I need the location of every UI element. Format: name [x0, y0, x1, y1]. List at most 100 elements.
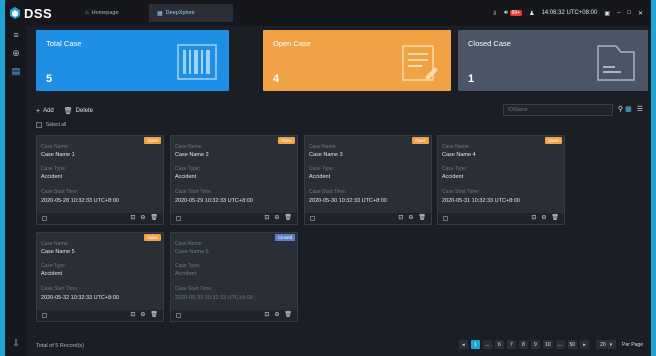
case-start-time: 2020-05-29 10:32:33 UTC+8:00: [175, 198, 253, 204]
page-button[interactable]: 8: [518, 340, 528, 349]
case-checkbox[interactable]: [176, 313, 181, 318]
export-icon[interactable]: ⊡: [264, 214, 269, 221]
tab-homepage[interactable]: ⌂ Homepage: [77, 4, 141, 22]
close-case-icon[interactable]: ⊖: [274, 214, 279, 221]
delete-icon[interactable]: 🗑︎: [284, 214, 292, 221]
export-icon[interactable]: ⊡: [531, 214, 536, 221]
case-card[interactable]: Open Case Name: Case Name 2 Case Type: Accid…: [170, 135, 298, 225]
close-icon[interactable]: ✕: [638, 10, 643, 17]
case-card[interactable]: Open Case Name: Case Name 4 Case Type: Accid…: [437, 135, 565, 225]
page-button[interactable]: 50: [567, 340, 578, 349]
tab-label: Homepage: [91, 10, 119, 16]
page-button[interactable]: 1: [470, 340, 480, 349]
status-badge: Open: [143, 234, 161, 241]
grid-view-icon[interactable]: ▦: [625, 105, 632, 113]
case-name: Case Name 3: [309, 152, 343, 158]
card-actions: ⊡ ⊖ 🗑︎: [398, 214, 426, 221]
close-case-icon[interactable]: ⊖: [541, 214, 546, 221]
lock-icon[interactable]: ▣: [604, 10, 610, 17]
delete-icon[interactable]: 🗑︎: [150, 311, 158, 318]
app-name: DSS: [24, 5, 53, 21]
card-footer: ⊡ ⊖ 🗑︎: [37, 213, 163, 224]
export-icon[interactable]: ⇩: [5, 334, 27, 352]
stat-title: Open Case: [273, 39, 311, 48]
start-time-label: Case Start Time:: [41, 189, 79, 195]
case-name-label: Case Name:: [309, 144, 337, 150]
per-page-select[interactable]: 20 ▾: [596, 340, 617, 349]
export-icon[interactable]: ⊡: [130, 214, 135, 221]
case-checkbox[interactable]: [310, 216, 315, 221]
case-checkbox[interactable]: [443, 216, 448, 221]
start-time-label: Case Start Time:: [175, 189, 213, 195]
case-card[interactable]: Closed Case Name: Case Name 6 Case Type: Acc…: [170, 232, 298, 322]
maximize-icon[interactable]: □: [627, 10, 631, 16]
delete-button[interactable]: 🗑︎ Delete: [64, 107, 93, 115]
start-time-label: Case Start Time:: [175, 286, 213, 292]
case-start-time: 2020-05-32 10:32:33 UTC+8:00: [41, 295, 119, 301]
view-toggle: ▦ ☰: [625, 105, 643, 113]
case-start-time: 2020-05-28 10:32:33 UTC+8:00: [41, 198, 119, 204]
case-checkbox[interactable]: [42, 313, 47, 318]
card-actions: ⊡ ⊖ 🗑︎: [531, 214, 559, 221]
export-icon[interactable]: ⊡: [130, 311, 135, 318]
case-card[interactable]: Open Case Name: Case Name 1 Case Type: Accid…: [36, 135, 164, 225]
prev-page-icon[interactable]: ◂: [458, 340, 468, 349]
menu-icon[interactable]: ≡: [5, 26, 27, 44]
trash-icon: 🗑︎: [63, 108, 73, 115]
case-checkbox[interactable]: [42, 216, 47, 221]
next-page-icon[interactable]: ▸: [580, 340, 590, 349]
page-button[interactable]: 6: [494, 340, 504, 349]
delete-icon[interactable]: 🗑︎: [150, 214, 158, 221]
stat-count: 4: [273, 73, 280, 85]
speaker-icon: 🔊︎: [504, 9, 508, 16]
page-button[interactable]: 9: [530, 340, 540, 349]
page-button[interactable]: ...: [555, 340, 565, 349]
minimize-icon[interactable]: –: [617, 10, 620, 16]
case-type-label: Case Type:: [442, 166, 468, 172]
case-checkbox[interactable]: [176, 216, 181, 221]
close-case-icon[interactable]: ⊖: [140, 214, 145, 221]
export-icon[interactable]: ⊡: [264, 311, 269, 318]
stat-closed-case[interactable]: Closed Case 1: [458, 30, 648, 91]
list-view-icon[interactable]: ☰: [637, 105, 643, 113]
case-type: Accident: [41, 174, 63, 180]
page-button[interactable]: 7: [506, 340, 516, 349]
delete-icon[interactable]: 🗑︎: [418, 214, 426, 221]
case-card[interactable]: Open Case Name: Case Name 3 Case Type: Accid…: [304, 135, 432, 225]
select-all-checkbox[interactable]: [36, 122, 42, 128]
case-icon[interactable]: ▤: [5, 62, 27, 80]
select-all[interactable]: Select all: [36, 122, 66, 128]
status-badge: Open: [411, 137, 429, 144]
search-input[interactable]: ID/Name ⚲: [503, 104, 623, 116]
case-card[interactable]: Open Case Name: Case Name 5 Case Type: Accid…: [36, 232, 164, 322]
close-case-icon[interactable]: ⊖: [274, 311, 279, 318]
stat-total-case[interactable]: Total Case 5: [36, 30, 229, 91]
barcode-icon: [177, 44, 217, 80]
download-icon[interactable]: ⇩: [492, 10, 497, 17]
user-icon[interactable]: ♟: [529, 10, 534, 17]
close-case-icon[interactable]: ⊖: [408, 214, 413, 221]
tab-deepxplore[interactable]: ▦ DeepXplore: [149, 4, 233, 22]
close-case-icon[interactable]: ⊖: [140, 311, 145, 318]
add-button[interactable]: + Add: [36, 108, 54, 115]
case-name: Case Name 4: [442, 152, 476, 158]
search-icon[interactable]: ⚲: [618, 105, 623, 113]
case-type: Accident: [309, 174, 331, 180]
status-badge: Open: [143, 137, 161, 144]
delete-icon[interactable]: 🗑︎: [551, 214, 559, 221]
chevron-down-icon: ▾: [609, 341, 613, 348]
alarm-indicator[interactable]: 🔊︎ 99+: [504, 9, 523, 17]
status-badge: Closed: [274, 234, 295, 241]
folder-icon: [597, 45, 635, 81]
search-icon[interactable]: ⊕: [5, 44, 27, 62]
stat-open-case[interactable]: Open Case 4: [263, 30, 451, 91]
page-button[interactable]: 10: [542, 340, 553, 349]
total-records: Total of 5 Record(s): [36, 343, 84, 349]
page-button[interactable]: ...: [482, 340, 492, 349]
per-page-label: Per Page: [622, 341, 643, 348]
stat-count: 1: [468, 73, 475, 85]
delete-icon[interactable]: 🗑︎: [284, 311, 292, 318]
case-type-label: Case Type:: [41, 263, 67, 269]
case-type: Accident: [175, 174, 197, 180]
export-icon[interactable]: ⊡: [398, 214, 403, 221]
